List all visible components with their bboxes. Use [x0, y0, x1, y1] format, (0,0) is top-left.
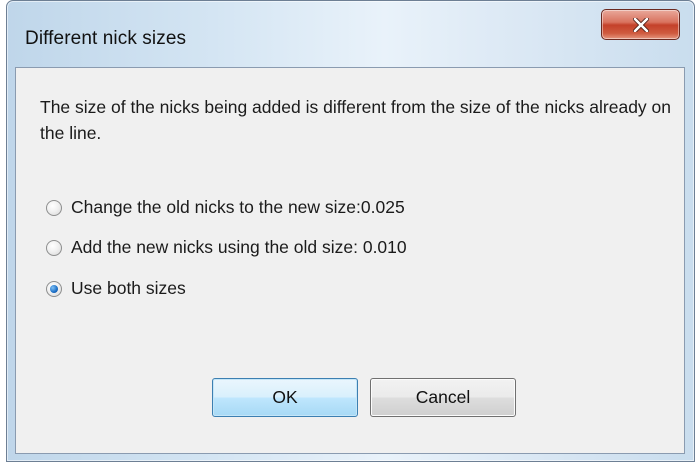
title-bar[interactable]: Different nick sizes	[7, 1, 694, 75]
option-add-new-nicks-old-size[interactable]: Add the new nicks using the old size: 0.…	[46, 237, 407, 258]
ok-button[interactable]: OK	[212, 378, 358, 417]
dialog-window: Different nick sizes The size of the nic…	[6, 0, 695, 462]
message-text: The size of the nicks being added is dif…	[40, 97, 671, 143]
option-label: Change the old nicks to the new size:0.0…	[71, 197, 405, 217]
close-x-icon	[632, 17, 649, 32]
radio-button[interactable]	[46, 239, 62, 256]
option-change-old-nicks[interactable]: Change the old nicks to the new size:0.0…	[46, 197, 405, 218]
option-label: Use both sizes	[71, 278, 186, 298]
close-button[interactable]	[601, 9, 680, 40]
option-label: Add the new nicks using the old size: 0.…	[71, 237, 407, 257]
dialog-body: The size of the nicks being added is dif…	[15, 67, 685, 454]
radio-button[interactable]	[46, 199, 62, 216]
radio-button-selected[interactable]	[46, 280, 62, 297]
dialog-title: Different nick sizes	[25, 28, 187, 49]
cancel-button[interactable]: Cancel	[370, 378, 516, 417]
option-use-both-sizes[interactable]: Use both sizes	[46, 278, 186, 299]
